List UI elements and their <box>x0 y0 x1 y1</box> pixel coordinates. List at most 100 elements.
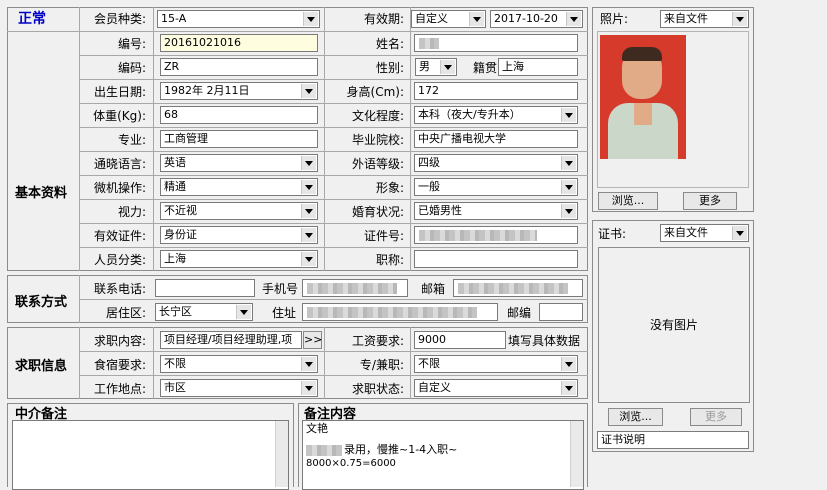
gender-label: 性别: <box>375 61 404 75</box>
school-label: 毕业院校: <box>351 133 404 147</box>
school-field[interactable]: 中央广播电视大学 <box>414 130 578 148</box>
location-label: 工作地点: <box>93 382 146 396</box>
postcode-field[interactable] <box>539 303 583 321</box>
edu-select[interactable]: 本科（夜大/专升本） <box>414 106 578 124</box>
want-label: 求职内容: <box>93 334 146 348</box>
category-select[interactable]: 上海 <box>160 250 318 268</box>
phone-label: 联系电话: <box>93 282 146 296</box>
marital-select[interactable]: 已婚男性 <box>414 202 578 220</box>
code-label: 编码: <box>117 61 146 75</box>
board-label: 食宿要求: <box>93 358 146 372</box>
chevron-down-icon <box>301 84 316 98</box>
image-select[interactable]: 一般 <box>414 178 578 196</box>
cert-source-select[interactable]: 来自文件 <box>660 224 749 242</box>
photo-image <box>600 35 686 159</box>
mobile-field[interactable] <box>302 279 408 297</box>
email-field[interactable] <box>453 279 583 297</box>
agency-note-textarea[interactable] <box>12 420 289 490</box>
photo-browse-button[interactable]: 浏览... <box>598 192 658 210</box>
redacted-mask <box>306 445 342 456</box>
title-field[interactable] <box>414 250 578 268</box>
cert-more-button[interactable]: 更多 <box>690 408 742 426</box>
no-label: 编号: <box>117 37 146 51</box>
parttime-label: 专/兼职: <box>359 358 404 372</box>
cert-browse-button[interactable]: 浏览... <box>608 408 663 426</box>
edu-label: 文化程度: <box>351 109 404 123</box>
lang-level-label: 外语等级: <box>351 157 404 171</box>
name-field[interactable] <box>414 34 578 52</box>
validity-mode-select[interactable]: 自定义 <box>411 10 486 28</box>
chevron-down-icon <box>732 12 747 26</box>
chevron-down-icon <box>301 204 316 218</box>
vision-select[interactable]: 不近视 <box>160 202 318 220</box>
member-type-select[interactable]: 15-A <box>157 10 320 28</box>
no-field[interactable]: 20161021016 <box>160 34 318 52</box>
salary-field[interactable]: 9000 <box>414 331 506 349</box>
redacted-mask <box>419 38 439 49</box>
chevron-down-icon <box>561 108 576 122</box>
native-field[interactable]: 上海 <box>498 58 578 76</box>
height-field[interactable]: 172 <box>414 82 578 100</box>
chevron-down-icon <box>732 226 747 240</box>
chevron-down-icon <box>561 180 576 194</box>
weight-field[interactable]: 68 <box>160 106 318 124</box>
district-label: 居住区: <box>105 306 146 320</box>
email-label: 邮箱 <box>421 282 446 296</box>
id-no-field[interactable] <box>414 226 578 244</box>
section-contact-title: 联系方式 <box>15 295 68 310</box>
photo-label: 照片: <box>600 12 629 26</box>
district-select[interactable]: 长宁区 <box>155 303 253 321</box>
name-label: 姓名: <box>375 37 404 51</box>
chevron-down-icon <box>561 156 576 170</box>
address-label: 住址 <box>272 306 297 320</box>
chevron-down-icon <box>236 305 251 319</box>
agency-note-scrollbar[interactable] <box>275 421 288 487</box>
remark-line3: 8000×0.75=6000 <box>306 458 396 469</box>
title-label: 职称: <box>375 253 404 267</box>
phone-field[interactable] <box>155 279 255 297</box>
id-type-select[interactable]: 身份证 <box>160 226 318 244</box>
remark-line2: 录用，慢推~1-4入职~ <box>344 443 458 456</box>
want-field[interactable]: 项目经理/项目经理助理,项 <box>160 331 302 349</box>
remark-textarea[interactable]: 文艳 录用，慢推~1-4入职~ 8000×0.75=6000 <box>302 420 584 490</box>
cert-label: 证书: <box>598 227 627 241</box>
major-label: 专业: <box>117 133 146 147</box>
location-select[interactable]: 市区 <box>160 379 318 397</box>
birth-date-picker[interactable]: 1982年 2月11日 <box>160 82 318 100</box>
address-field[interactable] <box>302 303 498 321</box>
remark-scrollbar[interactable] <box>570 421 583 487</box>
lang-label: 通晓语言: <box>93 157 146 171</box>
computer-select[interactable]: 精通 <box>160 178 318 196</box>
birth-label: 出生日期: <box>93 85 146 99</box>
job-status-label: 求职状态: <box>351 382 404 396</box>
redacted-mask <box>307 283 397 294</box>
validity-date-picker[interactable]: 2017-10-20 <box>490 10 583 28</box>
code-field[interactable]: ZR <box>160 58 318 76</box>
cert-frame: 没有图片 <box>598 247 750 403</box>
photo-source-select[interactable]: 来自文件 <box>660 10 749 28</box>
chevron-down-icon <box>561 381 576 395</box>
parttime-select[interactable]: 不限 <box>414 355 578 373</box>
photo-frame <box>597 31 749 188</box>
category-label: 人员分类: <box>93 253 146 267</box>
status-text: 正常 <box>18 11 46 27</box>
chevron-down-icon <box>440 60 455 74</box>
lang-level-select[interactable]: 四级 <box>414 154 578 172</box>
cert-desc-field[interactable]: 证书说明 <box>597 431 749 449</box>
member-type-label: 会员种类: <box>93 12 146 26</box>
redacted-mask <box>458 283 568 294</box>
want-more-button[interactable]: >> <box>303 331 322 349</box>
remark-line1: 文艳 <box>306 422 328 435</box>
job-status-select[interactable]: 自定义 <box>414 379 578 397</box>
photo-more-button[interactable]: 更多 <box>683 192 737 210</box>
cert-no-image-text: 没有图片 <box>649 318 698 332</box>
chevron-down-icon <box>561 204 576 218</box>
section-job-title: 求职信息 <box>15 359 68 374</box>
redacted-mask <box>419 230 537 241</box>
chevron-down-icon <box>301 228 316 242</box>
major-field[interactable]: 工商管理 <box>160 130 318 148</box>
lang-select[interactable]: 英语 <box>160 154 318 172</box>
chevron-down-icon <box>303 12 318 26</box>
board-select[interactable]: 不限 <box>160 355 318 373</box>
gender-select[interactable]: 男 <box>415 58 457 76</box>
